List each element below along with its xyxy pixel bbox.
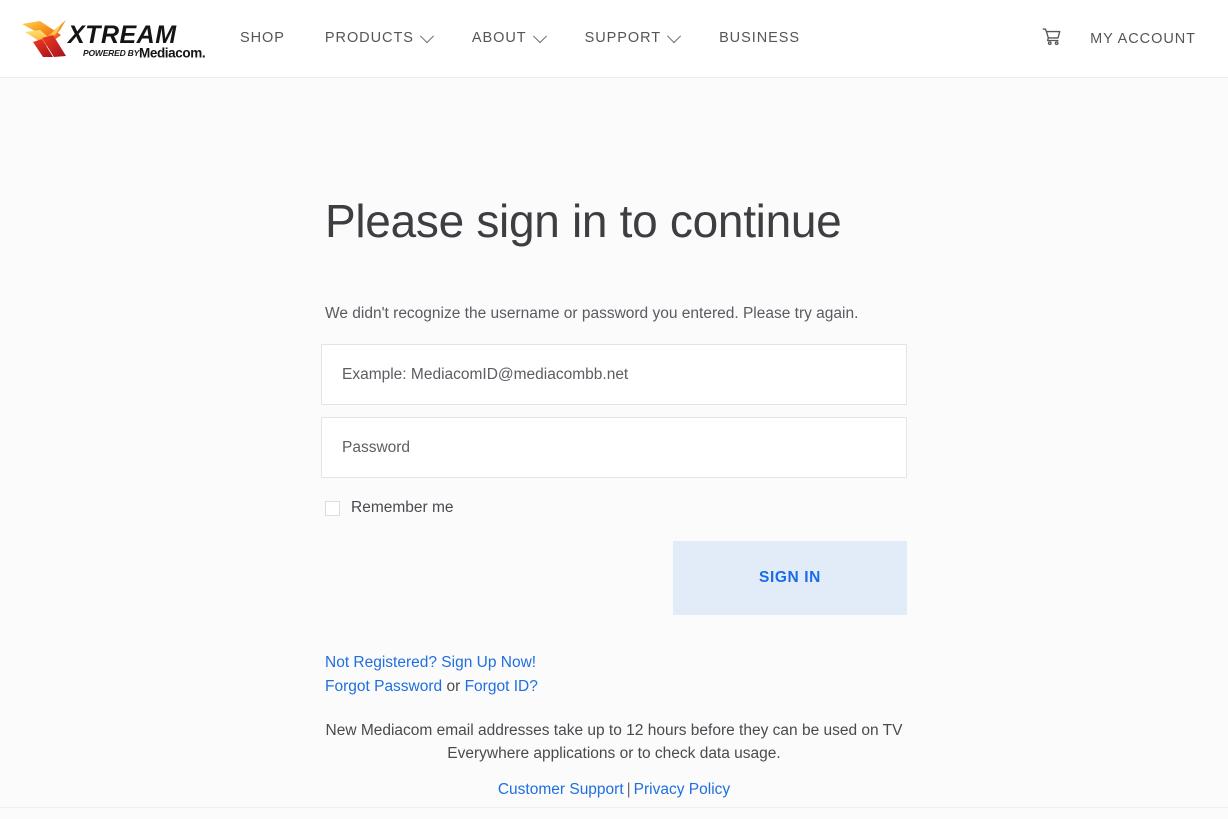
bottom-divider <box>0 807 1228 808</box>
remember-me-checkbox[interactable] <box>325 500 340 516</box>
remember-me-label: Remember me <box>351 499 454 517</box>
site-header: XTREAM POWERED BY Mediacom. SHOP PRODUCT… <box>0 0 1228 78</box>
customer-support-link[interactable]: Customer Support <box>498 781 624 798</box>
my-account-link[interactable]: MY ACCOUNT <box>1072 31 1206 47</box>
shopping-cart-icon <box>1042 27 1062 52</box>
sign-in-button[interactable]: SIGN IN <box>673 541 907 616</box>
svg-text:POWERED BY: POWERED BY <box>83 48 141 58</box>
nav-item-label: BUSINESS <box>719 30 800 47</box>
or-text: or <box>446 677 461 695</box>
email-delay-note: New Mediacom email addresses take up to … <box>325 722 903 762</box>
privacy-policy-link[interactable]: Privacy Policy <box>634 781 730 798</box>
svg-text:Mediacom.: Mediacom. <box>139 45 205 60</box>
nav-item-support[interactable]: SUPPORT <box>565 28 699 47</box>
header-right-group: MY ACCOUNT <box>1032 0 1206 78</box>
nav-item-label: SUPPORT <box>584 30 662 47</box>
remember-me-row[interactable]: Remember me <box>325 499 907 517</box>
footer-link-divider: | <box>626 780 631 798</box>
chevron-down-icon <box>666 28 682 43</box>
page-body: Please sign in to continue We didn't rec… <box>0 78 1228 819</box>
username-field-wrapper[interactable] <box>321 344 907 406</box>
forgot-line: Forgot Password or Forgot ID? <box>325 675 907 698</box>
nav-item-about[interactable]: ABOUT <box>452 28 565 47</box>
nav-item-business[interactable]: BUSINESS <box>699 31 820 46</box>
forgot-password-link[interactable]: Forgot Password <box>325 678 442 695</box>
page-title: Please sign in to continue <box>325 195 842 247</box>
sign-up-link[interactable]: Not Registered? Sign Up Now! <box>325 654 536 671</box>
auth-links: Not Registered? Sign Up Now! Forgot Pass… <box>325 651 907 698</box>
nav-item-label: SHOP <box>240 30 285 47</box>
password-input[interactable] <box>340 437 888 458</box>
nav-item-label: PRODUCTS <box>324 30 414 47</box>
footer-links: Customer Support | Privacy Policy <box>321 781 907 799</box>
brand-logo-link[interactable]: XTREAM POWERED BY Mediacom. <box>20 16 208 62</box>
password-field-wrapper[interactable] <box>321 417 907 479</box>
nav-item-shop[interactable]: SHOP <box>232 31 305 46</box>
username-input[interactable] <box>340 364 888 385</box>
error-message: We didn't recognize the username or pass… <box>325 304 859 322</box>
signin-button-row: SIGN IN <box>321 541 907 616</box>
chevron-down-icon <box>532 28 547 43</box>
signin-container: Please sign in to continue We didn't rec… <box>321 78 907 799</box>
xtream-mediacom-logo-icon: XTREAM POWERED BY Mediacom. <box>20 16 208 62</box>
main-navigation: SHOP PRODUCTS ABOUT SUPPORT BUSINESS <box>232 28 820 47</box>
chevron-down-icon <box>419 28 434 43</box>
sign-up-line: Not Registered? Sign Up Now! <box>325 651 907 674</box>
forgot-id-link[interactable]: Forgot ID? <box>465 678 538 695</box>
nav-item-label: ABOUT <box>471 30 527 47</box>
cart-button[interactable] <box>1032 19 1072 59</box>
nav-item-products[interactable]: PRODUCTS <box>305 28 452 47</box>
